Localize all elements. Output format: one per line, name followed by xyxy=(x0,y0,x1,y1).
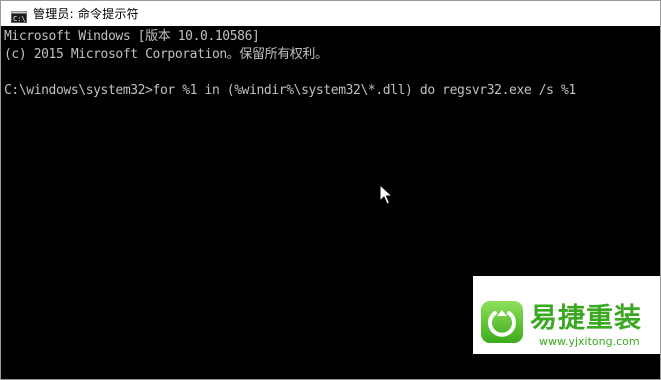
window-title: 管理员: 命令提示符 xyxy=(33,7,139,21)
console-line-version: Microsoft Windows [版本 10.0.10586] xyxy=(4,29,260,44)
cmd-window: C:\ 管理员: 命令提示符 Microsoft Windows [版本 10.… xyxy=(0,0,661,380)
console-line-command: C:\windows\system32>for %1 in (%windir%\… xyxy=(4,83,576,98)
svg-text:C:\: C:\ xyxy=(13,15,26,23)
watermark: 易捷重装 www.yjxitong.com xyxy=(473,276,660,354)
watermark-brand: 易捷重装 xyxy=(530,303,642,334)
power-logo-icon xyxy=(481,301,523,343)
console-line-copyright: (c) 2015 Microsoft Corporation。保留所有权利。 xyxy=(4,47,328,62)
title-bar[interactable]: C:\ 管理员: 命令提示符 xyxy=(1,1,660,26)
watermark-url: www.yjxitong.com xyxy=(539,335,640,348)
cmd-icon: C:\ xyxy=(11,8,27,23)
mouse-pointer-icon xyxy=(379,183,394,210)
